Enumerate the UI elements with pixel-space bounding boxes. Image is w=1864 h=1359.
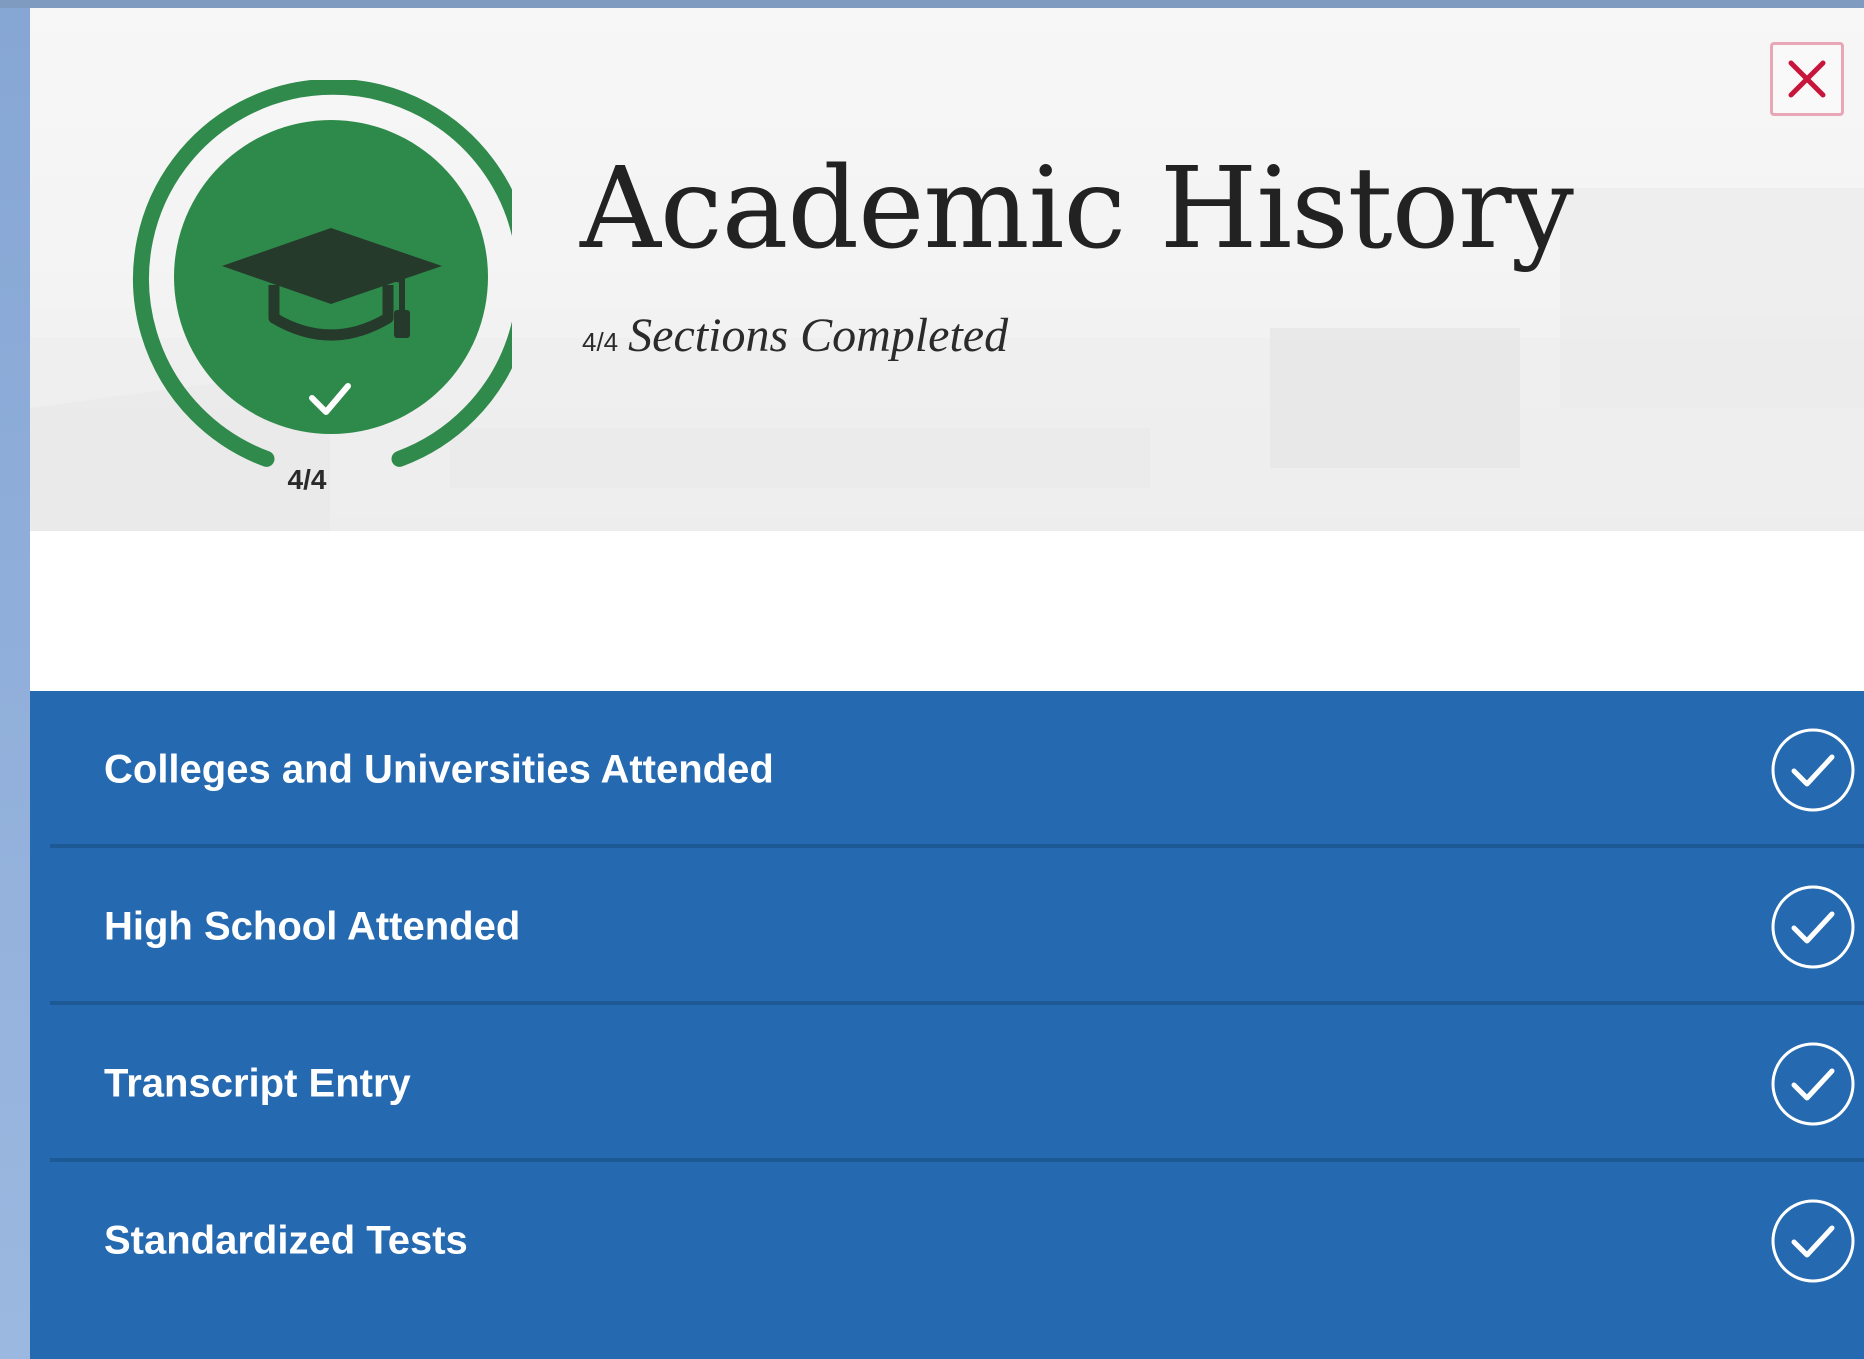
academic-history-modal: 4/4 Academic History 4/4 Sections Complet…: [30, 8, 1864, 1359]
modal-header: 4/4 Academic History 4/4 Sections Complet…: [30, 8, 1864, 531]
section-label: Transcript Entry: [104, 1061, 411, 1105]
close-icon: [1788, 60, 1826, 98]
sections-completed-subtitle: 4/4 Sections Completed: [582, 308, 1008, 363]
completed-check-icon: [1771, 1199, 1855, 1282]
section-list: Colleges and Universities Attended High …: [30, 691, 1864, 1359]
sections-completed-fraction: 4/4: [582, 327, 619, 357]
section-label: Standardized Tests: [104, 1218, 468, 1262]
section-standardized-tests[interactable]: Standardized Tests: [50, 1162, 1864, 1319]
completion-progress-ring: 4/4: [102, 78, 533, 500]
progress-count: 4/4: [287, 464, 327, 495]
completed-check-icon: [1771, 728, 1855, 811]
page-title: Academic History: [580, 144, 1574, 274]
sections-completed-label: Sections Completed: [628, 309, 1009, 362]
section-label: High School Attended: [104, 904, 521, 948]
section-transcript-entry[interactable]: Transcript Entry: [50, 1005, 1864, 1162]
section-label: Colleges and Universities Attended: [104, 747, 774, 791]
progress-ring-graphic: [133, 78, 533, 467]
section-colleges-and-universities-attended[interactable]: Colleges and Universities Attended: [50, 691, 1864, 848]
close-button[interactable]: [1770, 42, 1844, 116]
section-high-school-attended[interactable]: High School Attended: [50, 848, 1864, 1005]
backdrop-top-strip: [0, 0, 1864, 8]
completed-check-icon: [1771, 1042, 1855, 1125]
completed-check-icon: [1771, 885, 1855, 968]
